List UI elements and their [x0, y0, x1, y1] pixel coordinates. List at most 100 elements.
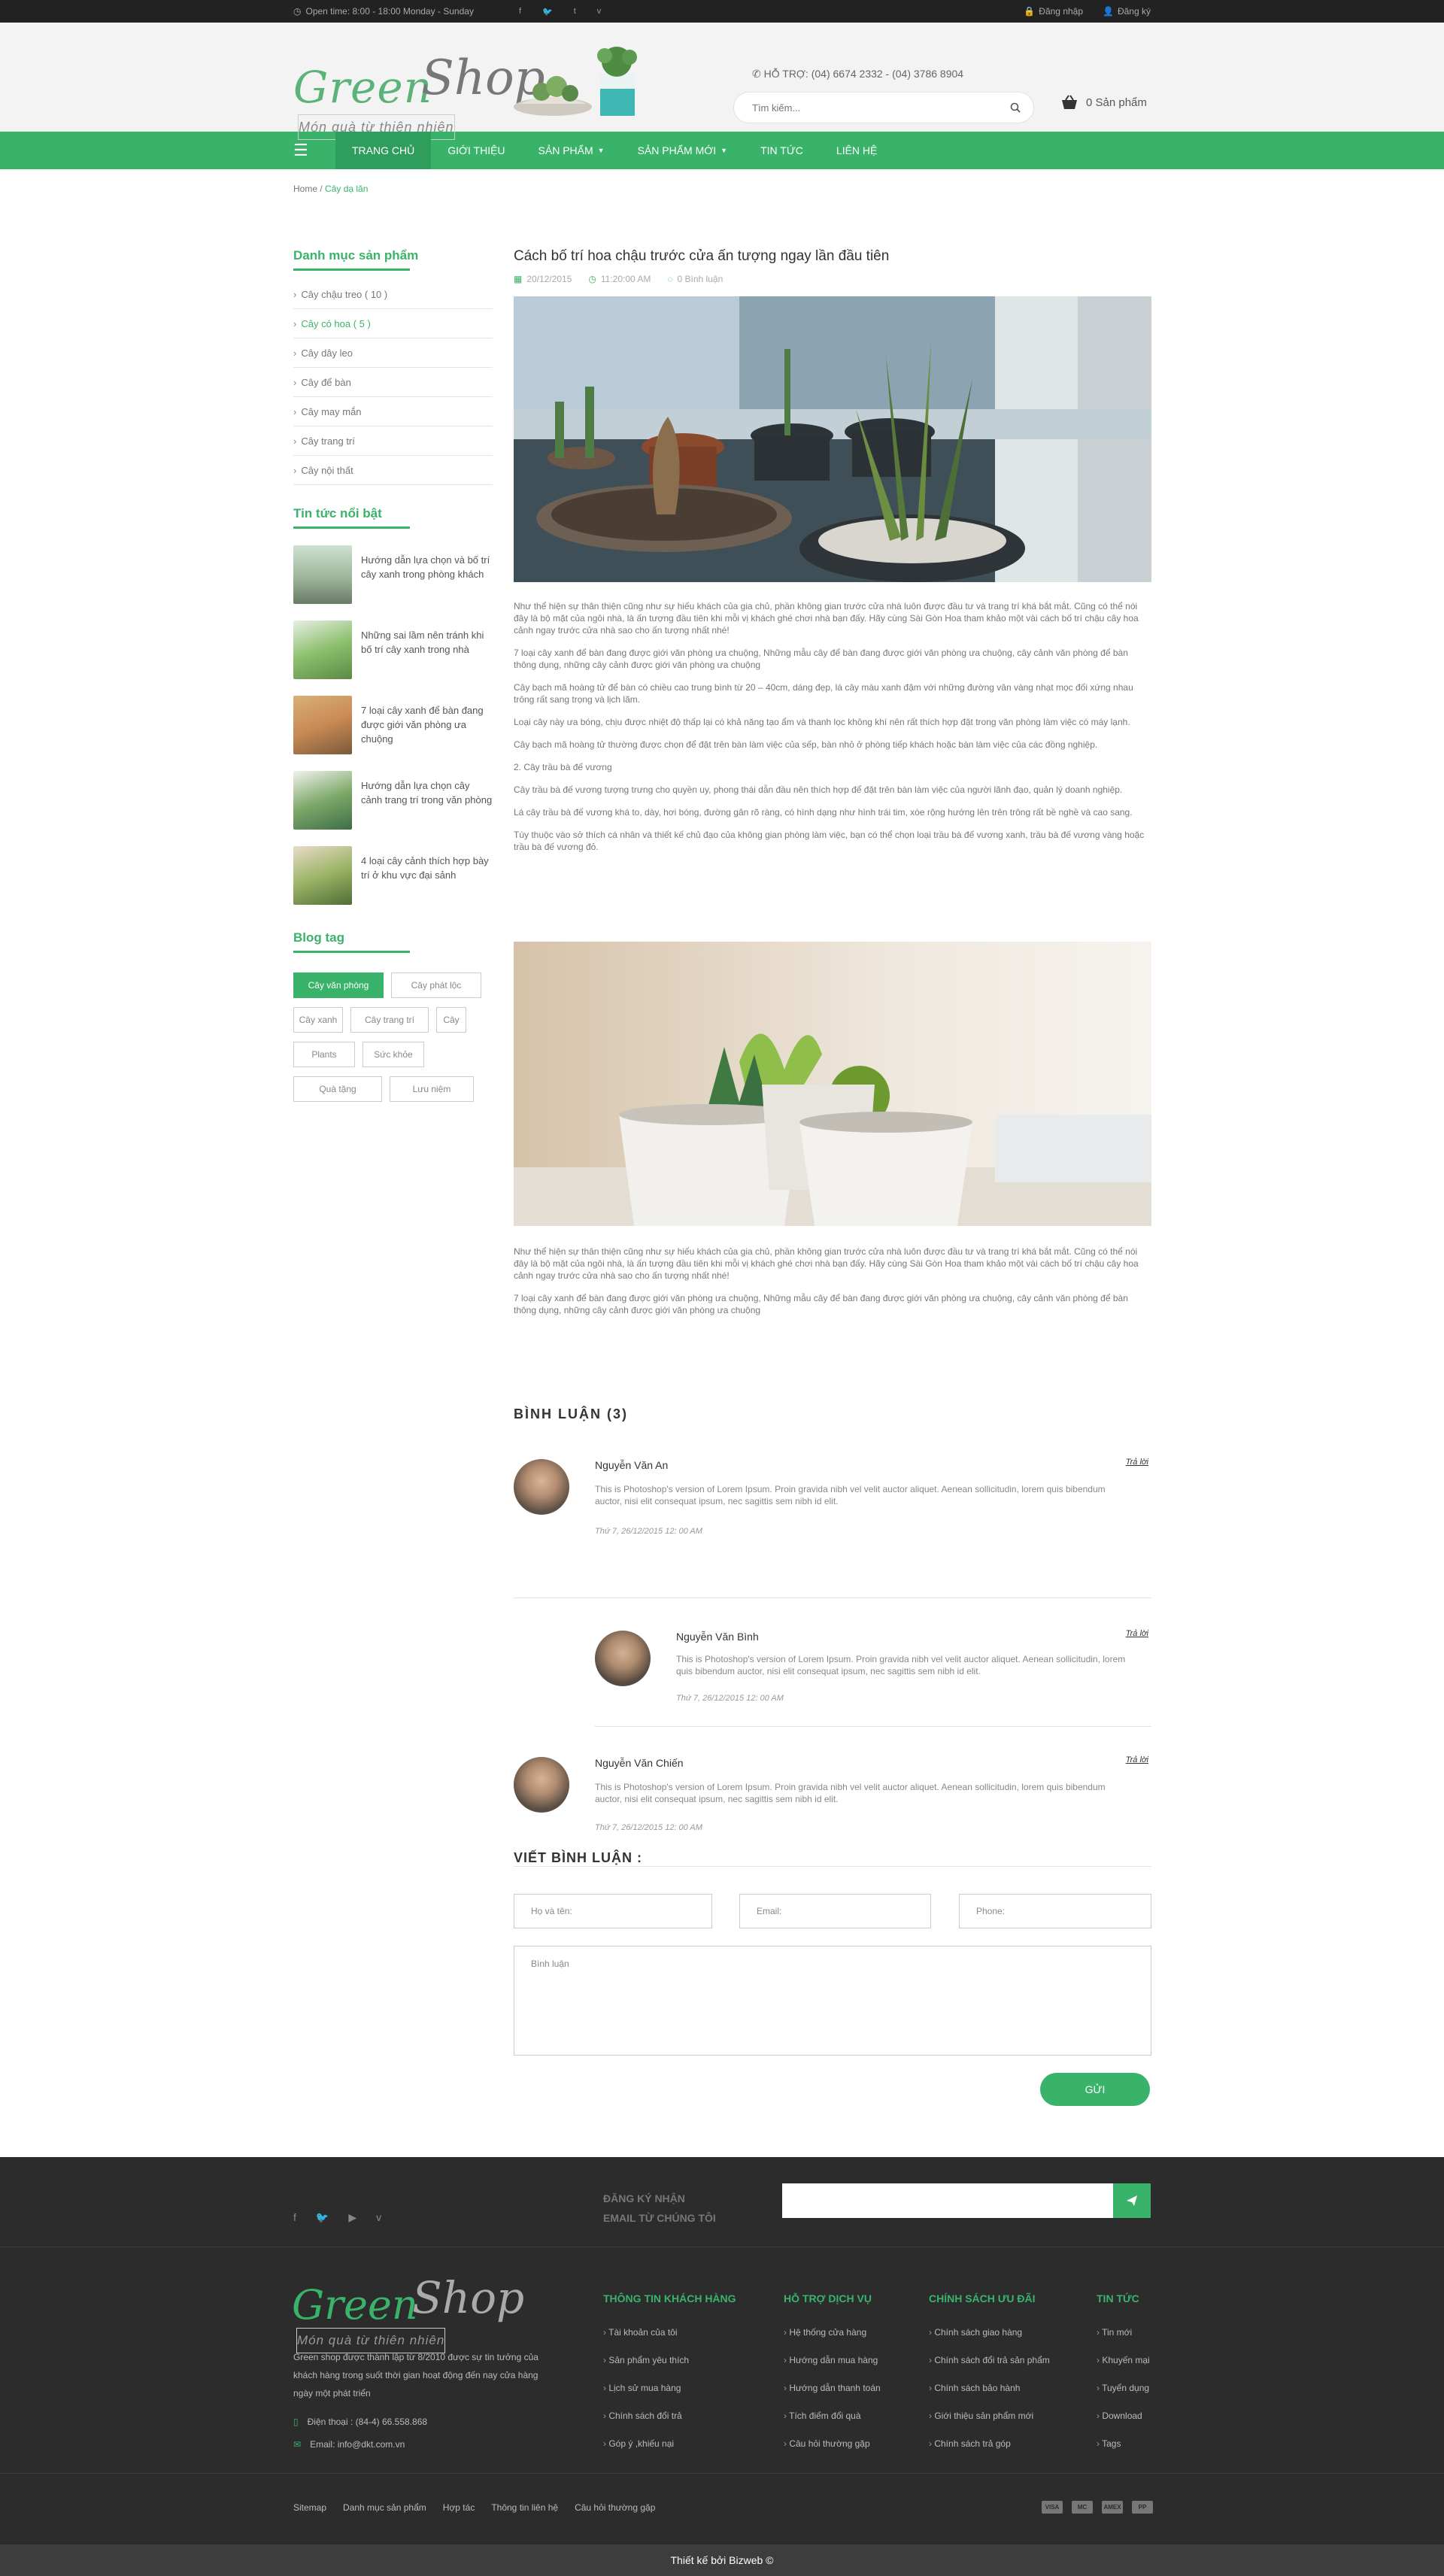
- clock-icon: ◷: [293, 6, 302, 17]
- footer-link[interactable]: Tin mới: [1097, 2327, 1150, 2355]
- tag[interactable]: Quà tặng: [293, 1076, 382, 1102]
- footer-link[interactable]: Chính sách giao hàng: [929, 2327, 1050, 2355]
- footer-link[interactable]: Tài khoản của tôi: [603, 2327, 736, 2355]
- copyright: Thiết kế bởi Bizweb ©: [0, 2544, 1444, 2576]
- footer-link[interactable]: Góp ý ,khiếu nại: [603, 2438, 736, 2466]
- user-icon: 👤: [1103, 6, 1114, 17]
- article-paragraph: Tùy thuộc vào sở thích cá nhân và thiết …: [514, 830, 1145, 852]
- footer-link[interactable]: Chính sách đổi trả: [603, 2411, 736, 2438]
- footer-link[interactable]: Tuyển dụng: [1097, 2383, 1150, 2411]
- nav-contact[interactable]: Liên hệ: [820, 132, 893, 169]
- footer-link[interactable]: Hướng dẫn mua hàng: [784, 2355, 881, 2383]
- tag[interactable]: Cây văn phòng: [293, 972, 384, 998]
- footer-link[interactable]: Hướng dẫn thanh toán: [784, 2383, 880, 2411]
- category-item[interactable]: Cây dây leo: [293, 338, 493, 368]
- name-field[interactable]: Họ và tên:: [514, 1894, 712, 1928]
- nav-new-products[interactable]: Sản phẩm mới ▼: [621, 132, 745, 169]
- tag[interactable]: Sức khỏe: [363, 1042, 424, 1067]
- tag[interactable]: Lưu niệm: [390, 1076, 474, 1102]
- search-button[interactable]: [1002, 94, 1029, 121]
- tags-title: Blog tag: [293, 930, 493, 953]
- article-comment-count[interactable]: ◌ 0 Bình luận: [667, 274, 723, 284]
- footer-link[interactable]: Giới thiệu sản phẩm mới: [929, 2411, 1050, 2438]
- cart[interactable]: 0 Sản phẩm: [1060, 95, 1147, 110]
- vimeo-icon[interactable]: v: [597, 7, 602, 17]
- category-item[interactable]: Cây trang trí: [293, 426, 493, 456]
- article-paragraph: Cây bạch mã hoàng tử thường được chọn để…: [514, 739, 1098, 750]
- breadcrumb-home[interactable]: Home: [293, 184, 317, 194]
- category-item[interactable]: Cây may mắn: [293, 397, 493, 426]
- footer-link[interactable]: Hệ thống cửa hàng: [784, 2327, 881, 2355]
- news-item[interactable]: 7 loại cây xanh để bàn đang được giới vă…: [293, 696, 493, 754]
- reply-link[interactable]: Trả lời: [1126, 1755, 1148, 1764]
- nav-news[interactable]: Tin tức: [744, 132, 820, 169]
- footer-link[interactable]: Chính sách trả góp: [929, 2438, 1050, 2466]
- tag[interactable]: Plants: [293, 1042, 355, 1067]
- footer-link[interactable]: Tags: [1097, 2438, 1150, 2466]
- vimeo-icon[interactable]: v: [376, 2211, 381, 2224]
- comment-textarea[interactable]: Bình luận: [514, 1946, 1151, 2056]
- news-item[interactable]: 4 loại cây cảnh thích hợp bày trí ở khu …: [293, 846, 493, 905]
- login-link[interactable]: 🔒 Đăng nhập: [1024, 6, 1083, 17]
- article-paragraph: 2. Cây trầu bà đế vương: [514, 762, 612, 772]
- comment-text: This is Photoshop's version of Lorem Ips…: [595, 1782, 1106, 1804]
- send-button[interactable]: [1113, 2183, 1151, 2218]
- category-item[interactable]: Cây có hoa ( 5 ): [293, 309, 493, 338]
- amex-icon: AMEX: [1102, 2501, 1123, 2514]
- article-body-continued: Như thể hiện sự thân thiện cũng như sự h…: [514, 1235, 1151, 1316]
- header: Green Shop Món quà từ thiên nhiên ✆ HỖ T…: [0, 23, 1444, 140]
- tag[interactable]: Cây trang trí: [350, 1007, 429, 1033]
- footer-link[interactable]: Tích điểm đổi quà: [784, 2411, 881, 2438]
- logo[interactable]: Green Shop Món quà từ thiên nhiên: [293, 39, 545, 140]
- footer-link[interactable]: Danh mục sản phẩm: [343, 2502, 426, 2513]
- footer-logo[interactable]: Green Shop Món quà từ thiên nhiên: [292, 2266, 524, 2353]
- email-field[interactable]: Email:: [739, 1894, 931, 1928]
- article-image-potted-plants: [514, 296, 1151, 582]
- article-image-cactus: [514, 942, 1151, 1226]
- article-paragraph: 7 loại cây xanh để bàn đang được giới vă…: [514, 1293, 1128, 1315]
- footer-link[interactable]: Khuyến mại: [1097, 2355, 1149, 2383]
- category-item[interactable]: Cây nội thất: [293, 456, 493, 485]
- reply-link[interactable]: Trả lời: [1126, 1458, 1148, 1467]
- category-item[interactable]: Cây để bàn: [293, 368, 493, 397]
- footer-link[interactable]: Download: [1097, 2411, 1150, 2438]
- comment-date: Thứ 7, 26/12/2015 12: 00 AM: [676, 1694, 784, 1703]
- footer-link[interactable]: Chính sách bảo hành: [929, 2383, 1050, 2411]
- facebook-icon[interactable]: f: [519, 7, 521, 17]
- search-input[interactable]: [752, 102, 1002, 114]
- tag[interactable]: Cây phát lộc: [391, 972, 481, 998]
- nav-products[interactable]: Sản phẩm ▼: [522, 132, 621, 169]
- news-item[interactable]: Hướng dẫn lựa chọn cây cảnh trang trí tr…: [293, 771, 493, 830]
- register-link[interactable]: 👤 Đăng ký: [1103, 6, 1151, 17]
- footer-link[interactable]: Câu hỏi thường gặp: [784, 2438, 881, 2466]
- tag[interactable]: Cây xanh: [293, 1007, 343, 1033]
- twitter-icon[interactable]: 🐦: [542, 7, 553, 17]
- phone-field[interactable]: Phone:: [959, 1894, 1151, 1928]
- news-item[interactable]: Hướng dẫn lựa chọn và bố trí cây xanh tr…: [293, 545, 493, 604]
- footer-link[interactable]: Hợp tác: [443, 2502, 475, 2513]
- footer-column-support: HỖ TRỢ DỊCH VỤ Hệ thống cửa hàng Hướng d…: [784, 2292, 881, 2466]
- footer-link[interactable]: Sản phẩm yêu thích: [603, 2355, 736, 2383]
- news-title: Tin tức nổi bật: [293, 506, 493, 529]
- breadcrumb: Home / Cây dạ lăn: [293, 184, 369, 194]
- twitter-icon[interactable]: 🐦: [316, 2211, 329, 2224]
- nav-about[interactable]: Giới thiệu: [431, 132, 521, 169]
- reply-link[interactable]: Trả lời: [1126, 1629, 1148, 1638]
- youtube-icon[interactable]: ▶: [348, 2211, 356, 2224]
- footer-link[interactable]: Thông tin liên hệ: [491, 2502, 558, 2513]
- news-item[interactable]: Những sai lầm nên tránh khi bố trí cây x…: [293, 620, 493, 679]
- footer-link[interactable]: Câu hỏi thường gặp: [575, 2502, 655, 2513]
- newsletter-input[interactable]: [782, 2183, 1151, 2218]
- tumblr-icon[interactable]: t: [574, 7, 576, 17]
- menu-icon[interactable]: ☰: [293, 141, 314, 160]
- facebook-icon[interactable]: f: [293, 2211, 296, 2224]
- newsletter-label: ĐĂNG KÝ NHẬN EMAIL TỪ CHÚNG TÔI: [603, 2192, 716, 2224]
- footer-link[interactable]: Sitemap: [293, 2502, 326, 2513]
- footer-link[interactable]: Chính sách đổi trả sản phẩm: [929, 2355, 1049, 2383]
- tag[interactable]: Cây: [436, 1007, 466, 1033]
- category-item[interactable]: Cây chậu treo ( 10 ): [293, 280, 493, 309]
- news-thumbnail: [293, 846, 352, 905]
- footer-link[interactable]: Lịch sử mua hàng: [603, 2383, 736, 2411]
- nav-home[interactable]: Trang chủ: [335, 132, 432, 169]
- send-button[interactable]: GỬI: [1040, 2073, 1150, 2106]
